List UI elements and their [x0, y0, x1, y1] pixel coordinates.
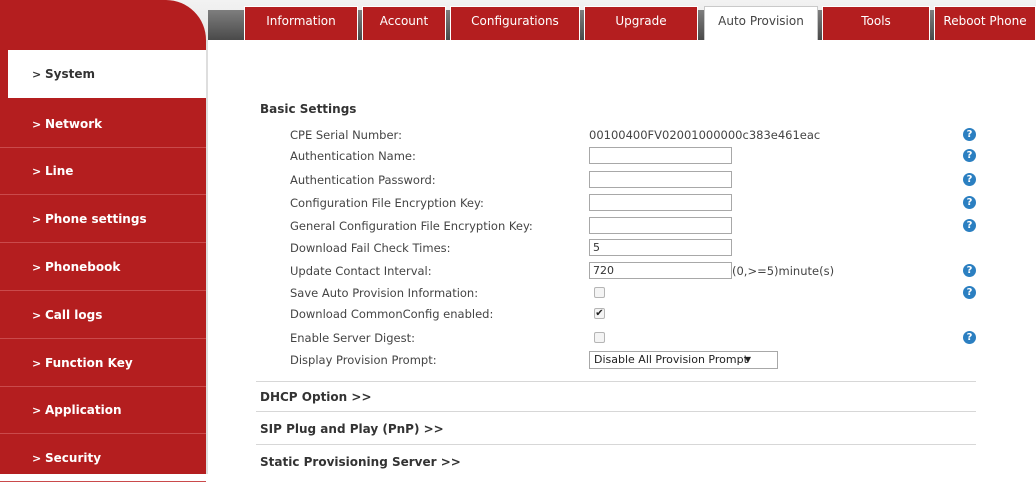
tab-configurations[interactable]: Configurations	[450, 6, 580, 40]
help-icon[interactable]: ?	[963, 286, 976, 299]
chevron-right-icon: >	[32, 452, 42, 465]
sidebar-item-label: Security	[45, 451, 102, 465]
field-label: Authentication Name:	[290, 149, 416, 163]
field-label: Display Provision Prompt:	[290, 353, 437, 367]
section-title-basic-settings: Basic Settings	[260, 102, 357, 116]
field-label: Download Fail Check Times:	[290, 241, 451, 255]
tab-information[interactable]: Information	[244, 6, 358, 40]
sidebar-item-label: Call logs	[45, 308, 103, 322]
chevron-right-icon: >	[32, 213, 42, 226]
sidebar-item-application[interactable]: > Application	[0, 386, 206, 434]
tab-reboot-phone[interactable]: Reboot Phone	[934, 6, 1036, 40]
cpe-serial-value: 00100400FV02001000000c383e461eac	[589, 128, 821, 142]
section-dhcp-option[interactable]: DHCP Option >>	[260, 390, 372, 404]
sidebar-item-network[interactable]: > Network	[0, 100, 206, 148]
chevron-right-icon: >	[32, 118, 42, 131]
sidebar-item-line[interactable]: > Line	[0, 147, 206, 195]
help-icon[interactable]: ?	[963, 196, 976, 209]
select-value: Disable All Provision Prompt	[594, 353, 748, 366]
download-fail-check-times-input[interactable]	[589, 239, 732, 256]
tab-upgrade[interactable]: Upgrade	[584, 6, 698, 40]
chevron-right-icon: >	[32, 404, 42, 417]
field-label: Save Auto Provision Information:	[290, 286, 479, 300]
field-label: Authentication Password:	[290, 173, 436, 187]
sidebar-item-call-logs[interactable]: > Call logs	[0, 291, 206, 339]
tab-account[interactable]: Account	[362, 6, 446, 40]
row-fail-check: Download Fail Check Times:	[208, 238, 1036, 258]
sidebar-item-label: Function Key	[45, 356, 133, 370]
sidebar: > System > Network > Line > Phone settings >…	[0, 0, 206, 482]
field-label: Update Contact Interval:	[290, 264, 432, 278]
sidebar-item-label: Phone settings	[45, 212, 147, 226]
general-config-encryption-key-input[interactable]	[589, 217, 732, 234]
tab-tools[interactable]: Tools	[822, 6, 930, 40]
update-contact-interval-input[interactable]	[589, 262, 732, 279]
row-server-digest: Enable Server Digest: ?	[208, 328, 1036, 348]
authentication-name-input[interactable]	[589, 147, 732, 164]
field-label: General Configuration File Encryption Ke…	[290, 219, 533, 233]
main-content: Basic Settings CPE Serial Number: 001004…	[208, 40, 1036, 474]
sidebar-item-label: Line	[45, 164, 74, 178]
row-provision-prompt: Display Provision Prompt: Disable All Pr…	[208, 350, 1036, 370]
tab-auto-provision[interactable]: Auto Provision	[704, 6, 818, 40]
divider	[256, 411, 976, 412]
chevron-right-icon: >	[32, 357, 42, 370]
row-auth-name: Authentication Name: ?	[208, 146, 1036, 166]
row-auth-password: Authentication Password: ?	[208, 170, 1036, 190]
help-icon[interactable]: ?	[963, 331, 976, 344]
row-update-interval: Update Contact Interval: (0,>=5)minute(s…	[208, 261, 1036, 281]
chevron-right-icon: >	[32, 68, 42, 81]
field-label: CPE Serial Number:	[290, 128, 402, 142]
help-icon[interactable]: ?	[963, 128, 976, 141]
sidebar-item-system[interactable]: > System	[8, 50, 206, 98]
help-icon[interactable]: ?	[963, 149, 976, 162]
sidebar-item-security[interactable]: > Security	[0, 434, 206, 482]
field-label: Configuration File Encryption Key:	[290, 196, 484, 210]
save-provision-info-checkbox[interactable]	[594, 287, 605, 298]
dropdown-arrow-icon: ▼	[744, 355, 751, 364]
config-encryption-key-input[interactable]	[589, 194, 732, 211]
help-icon[interactable]: ?	[963, 219, 976, 232]
sidebar-item-label: Network	[45, 117, 103, 131]
sidebar-item-function-key[interactable]: > Function Key	[0, 339, 206, 387]
row-cpe-serial: CPE Serial Number: 00100400FV02001000000…	[208, 125, 1036, 145]
row-config-key: Configuration File Encryption Key: ?	[208, 193, 1036, 213]
commonconfig-enabled-checkbox[interactable]: ✔	[594, 308, 605, 319]
server-digest-checkbox[interactable]	[594, 332, 605, 343]
section-static-provisioning[interactable]: Static Provisioning Server >>	[260, 455, 461, 469]
divider	[256, 381, 976, 382]
help-icon[interactable]: ?	[963, 264, 976, 277]
chevron-right-icon: >	[32, 261, 42, 274]
field-label: Enable Server Digest:	[290, 331, 415, 345]
sidebar-item-label: Phonebook	[45, 260, 121, 274]
help-icon[interactable]: ?	[963, 173, 976, 186]
row-save-info: Save Auto Provision Information: ?	[208, 283, 1036, 303]
field-label: Download CommonConfig enabled:	[290, 307, 494, 321]
interval-unit-hint: (0,>=5)minute(s)	[732, 264, 835, 278]
row-common-config: Download CommonConfig enabled: ✔	[208, 304, 1036, 324]
authentication-password-input[interactable]	[589, 171, 732, 188]
chevron-right-icon: >	[32, 309, 42, 322]
section-sip-pnp[interactable]: SIP Plug and Play (PnP) >>	[260, 422, 444, 436]
sidebar-item-label: Application	[45, 403, 122, 417]
divider	[256, 444, 976, 445]
row-general-key: General Configuration File Encryption Ke…	[208, 216, 1036, 236]
sidebar-item-phonebook[interactable]: > Phonebook	[0, 243, 206, 291]
chevron-right-icon: >	[32, 165, 42, 178]
provision-prompt-select[interactable]: Disable All Provision Prompt ▼	[589, 351, 778, 369]
sidebar-item-phone-settings[interactable]: > Phone settings	[0, 195, 206, 243]
sidebar-item-label: System	[45, 67, 95, 81]
